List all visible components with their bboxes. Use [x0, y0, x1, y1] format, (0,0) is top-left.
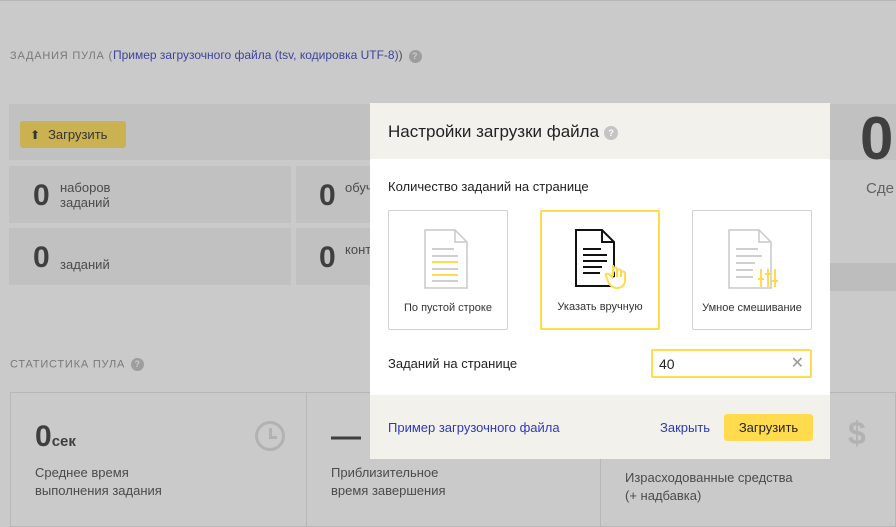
dialog-title: Настройки загрузки файла?	[388, 122, 619, 142]
option-label: Указать вручную	[557, 301, 643, 313]
document-sliders-icon	[728, 229, 778, 289]
upload-submit-button[interactable]: Загрузить	[724, 414, 813, 441]
tasks-per-page-heading: Количество заданий на странице	[388, 179, 589, 194]
option-smart-mixing[interactable]: Умное смешивание	[692, 210, 812, 330]
clear-icon[interactable]: ✕	[791, 354, 804, 374]
upload-settings-dialog: Настройки загрузки файла? Количество зад…	[370, 103, 830, 459]
close-button[interactable]: Закрыть	[660, 420, 710, 435]
help-icon[interactable]: ?	[604, 126, 619, 140]
tasks-per-page-input[interactable]	[659, 355, 779, 373]
tasks-per-page-field[interactable]: ✕	[651, 349, 812, 378]
document-lines-icon	[424, 229, 468, 289]
dialog-footer: Пример загрузочного файла Закрыть Загруз…	[370, 395, 830, 459]
dialog-header: Настройки загрузки файла?	[370, 103, 830, 159]
option-by-empty-line[interactable]: По пустой строке	[388, 210, 508, 330]
example-file-link[interactable]: Пример загрузочного файла	[388, 420, 560, 435]
option-label: По пустой строке	[404, 302, 492, 314]
option-label: Умное смешивание	[702, 302, 802, 314]
dialog-title-text: Настройки загрузки файла	[388, 122, 600, 141]
option-manual[interactable]: Указать вручную	[540, 210, 660, 330]
document-hand-icon	[575, 229, 626, 289]
tasks-per-page-label: Заданий на странице	[388, 356, 518, 371]
